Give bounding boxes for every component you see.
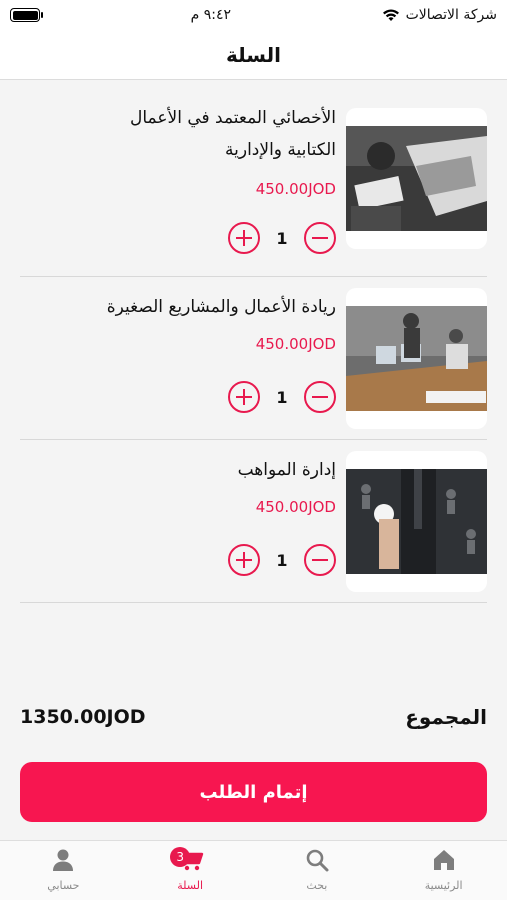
course-title[interactable]: الأخصائي المعتمد في الأعمال الكتابية وال… (86, 102, 336, 166)
cart-item-info: ريادة الأعمال والمشاريع الصغيرة 450.00JO… (86, 291, 336, 353)
decrease-quantity-button[interactable] (304, 544, 336, 576)
cart-item-info: الأخصائي المعتمد في الأعمال الكتابية وال… (86, 102, 336, 198)
status-bar: ٩:٤٢ م شركة الاتصالات (0, 0, 507, 30)
tab-account[interactable]: حسابي (0, 841, 127, 900)
cart-item-info: إدارة المواهب 450.00JOD (86, 454, 336, 516)
quantity-value: 1 (276, 228, 288, 248)
cart-count-badge: 3 (170, 847, 191, 867)
increase-quantity-button[interactable] (228, 381, 260, 413)
page-title: السلة (225, 42, 281, 67)
wifi-icon (382, 9, 399, 21)
course-price: 450.00JOD (255, 180, 336, 198)
search-icon (306, 849, 329, 872)
order-total: 1350.00JOD المجموع (20, 705, 487, 729)
battery-icon (10, 8, 43, 22)
quantity-stepper: 1 (228, 381, 336, 413)
tab-search[interactable]: بحث (254, 841, 381, 900)
course-thumbnail[interactable] (346, 288, 487, 429)
status-time: ٩:٤٢ م (190, 7, 231, 23)
decrease-quantity-button[interactable] (304, 222, 336, 254)
nav-header: السلة (0, 30, 507, 80)
quantity-stepper: 1 (228, 544, 336, 576)
course-title[interactable]: ريادة الأعمال والمشاريع الصغيرة (86, 291, 336, 323)
tab-cart[interactable]: 3 السلة (127, 841, 254, 900)
user-icon (53, 849, 74, 871)
course-price: 450.00JOD (255, 498, 336, 516)
talent-touch-photo (346, 469, 487, 574)
meeting-room-photo (346, 306, 487, 411)
cart-item: الأخصائي المعتمد في الأعمال الكتابية وال… (20, 80, 487, 277)
course-thumbnail[interactable] (346, 451, 487, 592)
cart-list: الأخصائي المعتمد في الأعمال الكتابية وال… (0, 80, 507, 603)
tab-label: بحث (306, 879, 328, 892)
course-price: 450.00JOD (255, 335, 336, 353)
total-label: المجموع (405, 705, 487, 729)
increase-quantity-button[interactable] (228, 544, 260, 576)
quantity-stepper: 1 (228, 222, 336, 254)
tab-home[interactable]: الرئيسية (380, 841, 507, 900)
course-thumbnail[interactable] (346, 108, 487, 249)
decrease-quantity-button[interactable] (304, 381, 336, 413)
quantity-value: 1 (276, 550, 288, 570)
increase-quantity-button[interactable] (228, 222, 260, 254)
status-right: شركة الاتصالات (382, 7, 497, 23)
tab-label: حسابي (47, 879, 80, 892)
total-value: 1350.00JOD (20, 706, 146, 728)
status-left (10, 8, 43, 22)
tab-bar: الرئيسية بحث 3 السلة حسابي (0, 840, 507, 900)
cart-item: إدارة المواهب 450.00JOD 1 (20, 440, 487, 603)
quantity-value: 1 (276, 387, 288, 407)
cart-item: ريادة الأعمال والمشاريع الصغيرة 450.00JO… (20, 277, 487, 440)
checkout-button[interactable]: إتمام الطلب (20, 762, 487, 822)
tab-label: السلة (177, 879, 204, 892)
office-desk-photo (346, 126, 487, 231)
course-title[interactable]: إدارة المواهب (86, 454, 336, 486)
carrier-label: شركة الاتصالات (405, 7, 497, 23)
tab-label: الرئيسية (424, 879, 463, 892)
home-icon (433, 850, 454, 870)
